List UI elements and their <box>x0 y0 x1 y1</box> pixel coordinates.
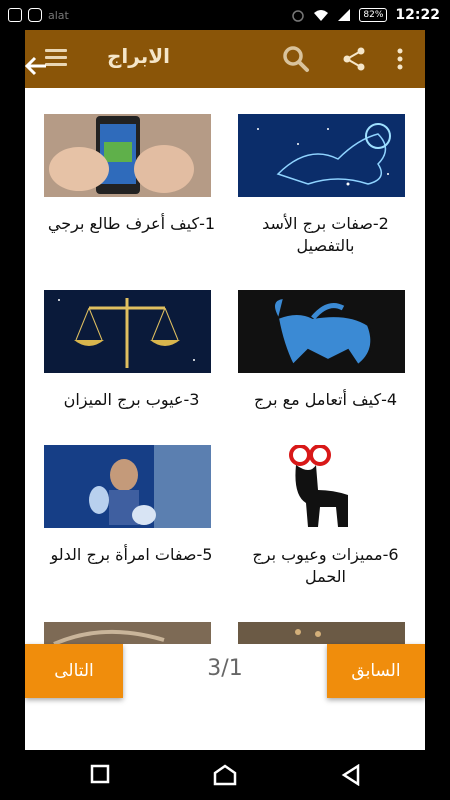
item-thumbnail <box>238 114 405 197</box>
system-nav-bar <box>0 750 450 800</box>
item-label: 4-كيف أتعامل مع برج <box>253 390 398 409</box>
back-arrow-icon[interactable] <box>24 54 48 78</box>
list-item[interactable] <box>44 622 219 644</box>
next-button[interactable]: التالى <box>25 644 123 698</box>
more-vert-icon[interactable] <box>385 44 415 74</box>
page-title: الابراج <box>107 44 170 68</box>
list-item[interactable]: 3-عيوب برج الميزان <box>44 290 219 411</box>
app-screen: الابراج 1-كيف أعرف طالع برجي 2-صفات برج … <box>25 30 425 750</box>
item-thumbnail <box>44 445 211 528</box>
item-label: 6-مميزات وعيوب برج الحمل <box>252 545 399 586</box>
status-left-text: alat <box>48 8 69 22</box>
wifi-icon <box>314 10 329 21</box>
item-label: 5-صفات امرأة برج الدلو <box>50 545 213 564</box>
instagram-notification-icon <box>28 8 42 22</box>
list-item[interactable] <box>238 622 413 644</box>
home-icon[interactable] <box>213 764 237 786</box>
item-label: 2-صفات برج الأسد بالتفصيل <box>262 214 389 255</box>
item-thumbnail <box>238 290 405 373</box>
item-thumbnail <box>238 622 405 644</box>
app-toolbar: الابراج <box>25 30 425 88</box>
clock: 12:22 <box>395 7 440 23</box>
search-icon[interactable] <box>281 44 311 74</box>
item-thumbnail <box>44 290 211 373</box>
list-item[interactable]: 4-كيف أتعامل مع برج <box>238 290 413 411</box>
status-bar: alat 82% 12:22 <box>0 0 450 30</box>
item-label: 1-كيف أعرف طالع برجي <box>47 214 216 233</box>
list-item[interactable]: 1-كيف أعرف طالع برجي <box>44 114 219 235</box>
battery-indicator: 82% <box>359 8 388 22</box>
alarm-icon <box>292 10 305 22</box>
list-item[interactable]: 6-مميزات وعيوب برج الحمل <box>238 445 413 588</box>
list-item[interactable]: 2-صفات برج الأسد بالتفصيل <box>238 114 413 257</box>
item-thumbnail <box>44 622 211 644</box>
recent-apps-icon[interactable] <box>90 764 110 784</box>
menu-icon[interactable] <box>45 49 67 67</box>
previous-button[interactable]: السابق <box>327 644 425 698</box>
gallery-notification-icon <box>8 8 22 22</box>
item-label: 3-عيوب برج الميزان <box>63 390 200 409</box>
page-indicator: 3/1 <box>207 656 243 681</box>
back-nav-icon[interactable] <box>340 764 362 786</box>
share-icon[interactable] <box>339 44 369 74</box>
item-thumbnail <box>44 114 211 197</box>
list-item[interactable]: 5-صفات امرأة برج الدلو <box>44 445 219 566</box>
signal-icon <box>338 9 351 21</box>
item-thumbnail <box>238 445 405 528</box>
